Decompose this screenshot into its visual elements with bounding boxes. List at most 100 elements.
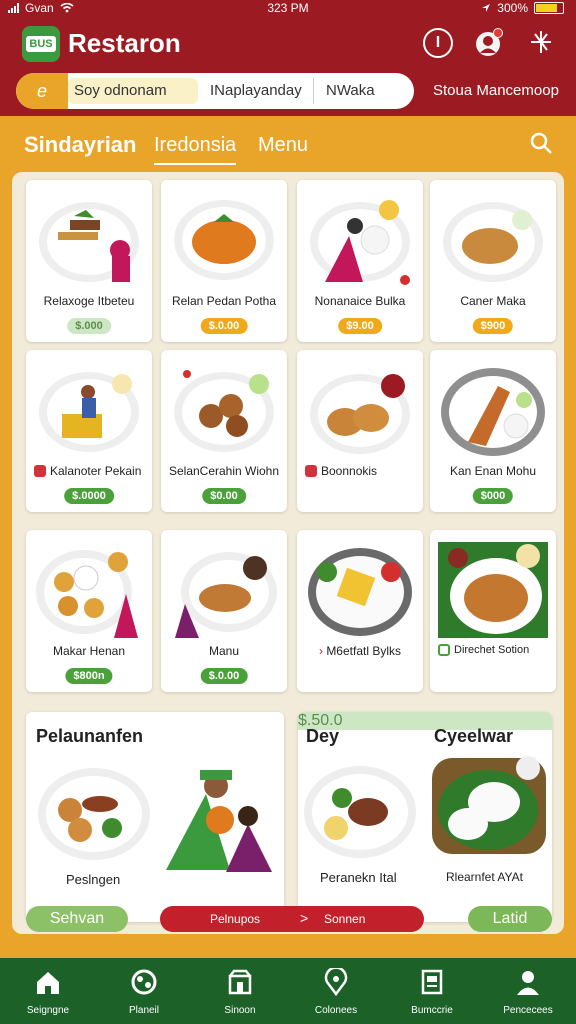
featured-illustration	[166, 770, 272, 872]
nav-label: Colonees	[314, 1005, 358, 1016]
nav-label: Planeil	[128, 1005, 160, 1016]
heart-icon	[34, 465, 46, 477]
app-header: BUS Restaron I e Soy odnonam INaplayanda…	[0, 16, 576, 116]
featured-card-right[interactable]: Dey Cyeelwar Peranekn Ital $.50.0 Rlearn…	[298, 712, 552, 922]
close-icon	[305, 465, 317, 477]
dish-image	[174, 370, 274, 452]
menu-card[interactable]: SelanCerahin Wiohn $0.00	[161, 350, 287, 512]
menu-card[interactable]: Relan Pedan Potha $.0.00	[161, 180, 287, 342]
home-icon	[37, 972, 59, 994]
featured-title: Pelaunanfen	[36, 726, 144, 746]
menu-card[interactable]: Makar Henan $800n	[26, 530, 152, 692]
price-badge: $.0.00	[200, 318, 248, 334]
featured-dish-image	[38, 768, 150, 860]
featured-dish-image	[304, 766, 416, 858]
nav-item-sinoon[interactable]: Sinoon	[192, 958, 288, 1024]
search-lead-icon[interactable]: e	[16, 73, 68, 109]
dish-name: Kalanoter Pekain	[50, 464, 142, 478]
battery-percent: 300%	[497, 1, 528, 15]
dish-name: Kan Enan Mohu	[449, 464, 537, 478]
app-logo: BUS	[22, 26, 60, 62]
dish-name-row: › M6etfatl Bylks	[318, 644, 402, 658]
menu-card[interactable]: Kalanoter Pekain $.0000	[26, 350, 152, 512]
dish-name: Nonanaice Bulka	[314, 294, 406, 308]
chevron-right-icon[interactable]: >	[300, 910, 308, 926]
menu-card[interactable]: Caner Maka $900	[430, 180, 556, 342]
bottom-nav: Seigngne Planeil Sinoon Colonees Bumccri…	[0, 958, 576, 1024]
left-action-button[interactable]: Sehvan	[26, 906, 128, 932]
dish-name-row: Kalanoter Pekain	[26, 464, 152, 478]
menu-card[interactable]: Kan Enan Mohu $000	[430, 350, 556, 512]
pagination-next[interactable]: Sonnen	[324, 912, 365, 926]
nav-label: Seigngne	[26, 1005, 70, 1016]
nav-label: Bumccrie	[411, 1005, 453, 1016]
store-icon	[228, 969, 252, 995]
featured-title-2: Cyeelwar	[434, 726, 514, 746]
menu-card[interactable]: Manu $.0.00	[161, 530, 287, 692]
search-bar[interactable]: e Soy odnonam INaplayanday NWaka	[16, 73, 414, 109]
price-badge: $.0.00	[200, 668, 248, 684]
battery-icon	[534, 2, 564, 14]
menu-card[interactable]: › M6etfatl Bylks	[297, 530, 423, 692]
nav-item-profile[interactable]: Pencecees	[480, 958, 576, 1024]
store-link[interactable]: Stoua Mancemoop	[433, 82, 559, 99]
location-arrow-icon	[482, 4, 491, 12]
price-badge: $000	[472, 488, 514, 504]
nav-label: Pencecees	[503, 1005, 553, 1016]
dish-name: Relan Pedan Potha	[171, 294, 277, 308]
nav-label: Sinoon	[224, 1005, 256, 1016]
price-badge: $.000	[67, 318, 111, 334]
dish-image	[39, 202, 139, 282]
featured-dish-name-2: Rlearnfet AYAt	[446, 870, 523, 884]
menu-card[interactable]: Nonanaice Bulka $9.00	[297, 180, 423, 342]
nav-item-bumccrie[interactable]: Bumccrie	[384, 958, 480, 1024]
status-bar: Gvan 323 PM 300%	[0, 0, 576, 16]
search-icon[interactable]	[528, 130, 554, 156]
nav-item-colonees[interactable]: Colonees	[288, 958, 384, 1024]
dish-image	[36, 550, 138, 638]
nav-item-planeil[interactable]: Planeil	[96, 958, 192, 1024]
menu-card[interactable]: Direchet Sotion	[430, 530, 556, 692]
logo-text: BUS	[26, 36, 56, 52]
dish-name: Boonnokis	[321, 464, 378, 478]
featured-card-left[interactable]: Pelaunanfen Peslngen	[26, 712, 284, 922]
featured-dish-image-2	[432, 756, 546, 854]
profile-icon[interactable]	[473, 28, 503, 58]
pagination-prev[interactable]: Pelnupos	[210, 912, 260, 926]
user-icon	[517, 971, 539, 995]
menu-panel: Relaxoge Itbeteu $.000 Relan Pedan Potha…	[12, 172, 564, 934]
dish-name: SelanCerahin Wiohn	[168, 464, 280, 478]
featured-title: Dey	[306, 726, 340, 746]
dish-image	[310, 374, 410, 454]
dish-image	[175, 552, 277, 638]
search-chip-2[interactable]: INaplayanday	[204, 78, 314, 104]
dish-image	[310, 200, 410, 285]
tab-indonesia[interactable]: Iredonsia	[154, 134, 237, 165]
info-icon[interactable]: I	[423, 28, 453, 58]
search-chip-1[interactable]: Soy odnonam	[68, 78, 198, 104]
share-icon[interactable]	[526, 28, 556, 58]
dish-image	[39, 372, 139, 452]
menu-card[interactable]: Boonnokis	[297, 350, 423, 512]
section-bar: Sindayrian Iredonsia Menu	[0, 116, 576, 172]
price-badge: $900	[472, 318, 514, 334]
dish-name-row: Direchet Sotion	[430, 644, 556, 656]
price-badge: $800n	[65, 668, 113, 684]
check-icon	[438, 644, 450, 656]
pagination-pill[interactable]: Pelnupos > Sonnen	[160, 906, 424, 932]
dish-name: Relaxoge Itbeteu	[43, 294, 135, 308]
dish-image	[443, 202, 543, 282]
price-badge: $.0000	[64, 488, 114, 504]
dish-image	[438, 542, 548, 638]
featured-dish-name: Peranekn Ital	[320, 870, 397, 885]
location-pin-icon	[324, 968, 348, 996]
menu-card[interactable]: Relaxoge Itbeteu $.000	[26, 180, 152, 342]
search-chip-3[interactable]: NWaka	[320, 78, 410, 104]
notification-dot	[493, 28, 503, 38]
dish-image	[174, 200, 274, 280]
nav-item-home[interactable]: Seigngne	[0, 958, 96, 1024]
dish-image	[308, 548, 412, 636]
tab-menu[interactable]: Menu	[258, 134, 308, 157]
right-action-button[interactable]: Latid	[468, 906, 552, 932]
app-title: Restaron	[68, 28, 181, 58]
